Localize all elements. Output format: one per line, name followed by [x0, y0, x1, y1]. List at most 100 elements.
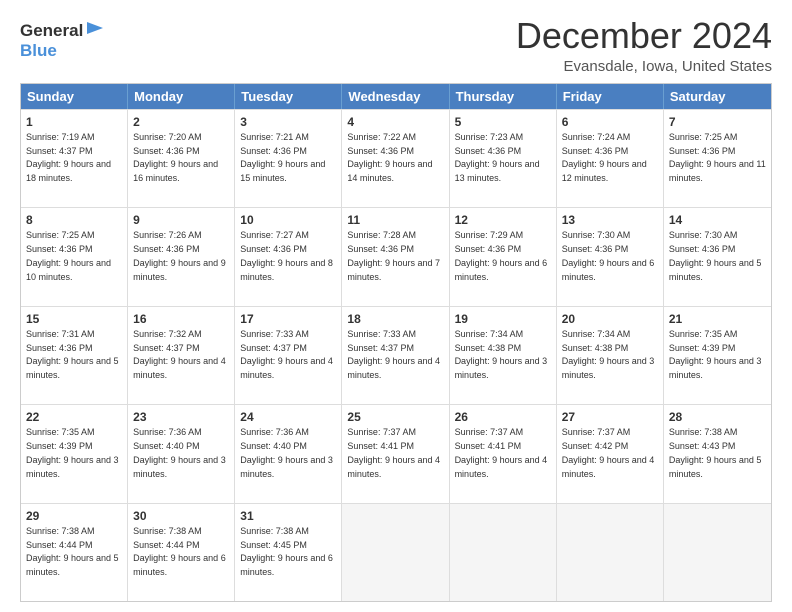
cell-info: Sunrise: 7:37 AMSunset: 4:41 PMDaylight:…: [347, 427, 440, 478]
day-number: 18: [347, 311, 443, 327]
day-number: 14: [669, 212, 766, 228]
cell-info: Sunrise: 7:30 AMSunset: 4:36 PMDaylight:…: [562, 230, 655, 281]
day-number: 11: [347, 212, 443, 228]
cell-info: Sunrise: 7:23 AMSunset: 4:36 PMDaylight:…: [455, 132, 540, 183]
day-number: 10: [240, 212, 336, 228]
cell-info: Sunrise: 7:29 AMSunset: 4:36 PMDaylight:…: [455, 230, 548, 281]
cal-cell: 5 Sunrise: 7:23 AMSunset: 4:36 PMDayligh…: [450, 110, 557, 207]
day-number: 17: [240, 311, 336, 327]
header-cell-wednesday: Wednesday: [342, 84, 449, 109]
day-number: 31: [240, 508, 336, 524]
cell-info: Sunrise: 7:20 AMSunset: 4:36 PMDaylight:…: [133, 132, 218, 183]
logo-icon: [83, 20, 105, 42]
week-row-5: 29 Sunrise: 7:38 AMSunset: 4:44 PMDaylig…: [21, 503, 771, 601]
cal-cell: 18 Sunrise: 7:33 AMSunset: 4:37 PMDaylig…: [342, 307, 449, 404]
page: General Blue December 2024 Evansdale, Io…: [0, 0, 792, 612]
day-number: 29: [26, 508, 122, 524]
cell-info: Sunrise: 7:37 AMSunset: 4:42 PMDaylight:…: [562, 427, 655, 478]
cell-info: Sunrise: 7:38 AMSunset: 4:44 PMDaylight:…: [133, 526, 226, 577]
cal-cell: 19 Sunrise: 7:34 AMSunset: 4:38 PMDaylig…: [450, 307, 557, 404]
calendar-body: 1 Sunrise: 7:19 AMSunset: 4:37 PMDayligh…: [21, 109, 771, 601]
week-row-4: 22 Sunrise: 7:35 AMSunset: 4:39 PMDaylig…: [21, 404, 771, 502]
cal-cell: [557, 504, 664, 601]
day-number: 30: [133, 508, 229, 524]
day-number: 22: [26, 409, 122, 425]
cell-info: Sunrise: 7:34 AMSunset: 4:38 PMDaylight:…: [562, 329, 655, 380]
cal-cell: 24 Sunrise: 7:36 AMSunset: 4:40 PMDaylig…: [235, 405, 342, 502]
cell-info: Sunrise: 7:35 AMSunset: 4:39 PMDaylight:…: [669, 329, 762, 380]
cal-cell: 15 Sunrise: 7:31 AMSunset: 4:36 PMDaylig…: [21, 307, 128, 404]
location: Evansdale, Iowa, United States: [516, 58, 772, 75]
cal-cell: 26 Sunrise: 7:37 AMSunset: 4:41 PMDaylig…: [450, 405, 557, 502]
day-number: 2: [133, 114, 229, 130]
week-row-1: 1 Sunrise: 7:19 AMSunset: 4:37 PMDayligh…: [21, 109, 771, 207]
cal-cell: 12 Sunrise: 7:29 AMSunset: 4:36 PMDaylig…: [450, 208, 557, 305]
title-block: December 2024 Evansdale, Iowa, United St…: [516, 16, 772, 75]
day-number: 26: [455, 409, 551, 425]
logo: General Blue: [20, 20, 105, 61]
day-number: 7: [669, 114, 766, 130]
cal-cell: 2 Sunrise: 7:20 AMSunset: 4:36 PMDayligh…: [128, 110, 235, 207]
header: General Blue December 2024 Evansdale, Io…: [20, 16, 772, 75]
cal-cell: 17 Sunrise: 7:33 AMSunset: 4:37 PMDaylig…: [235, 307, 342, 404]
week-row-2: 8 Sunrise: 7:25 AMSunset: 4:36 PMDayligh…: [21, 207, 771, 305]
day-number: 19: [455, 311, 551, 327]
cell-info: Sunrise: 7:36 AMSunset: 4:40 PMDaylight:…: [133, 427, 226, 478]
cell-info: Sunrise: 7:19 AMSunset: 4:37 PMDaylight:…: [26, 132, 111, 183]
day-number: 6: [562, 114, 658, 130]
cal-cell: 25 Sunrise: 7:37 AMSunset: 4:41 PMDaylig…: [342, 405, 449, 502]
cal-cell: [450, 504, 557, 601]
cal-cell: [664, 504, 771, 601]
cal-cell: 20 Sunrise: 7:34 AMSunset: 4:38 PMDaylig…: [557, 307, 664, 404]
header-cell-thursday: Thursday: [450, 84, 557, 109]
cal-cell: 3 Sunrise: 7:21 AMSunset: 4:36 PMDayligh…: [235, 110, 342, 207]
cal-cell: 28 Sunrise: 7:38 AMSunset: 4:43 PMDaylig…: [664, 405, 771, 502]
cell-info: Sunrise: 7:38 AMSunset: 4:45 PMDaylight:…: [240, 526, 333, 577]
day-number: 20: [562, 311, 658, 327]
cell-info: Sunrise: 7:36 AMSunset: 4:40 PMDaylight:…: [240, 427, 333, 478]
cell-info: Sunrise: 7:30 AMSunset: 4:36 PMDaylight:…: [669, 230, 762, 281]
header-cell-tuesday: Tuesday: [235, 84, 342, 109]
cal-cell: 4 Sunrise: 7:22 AMSunset: 4:36 PMDayligh…: [342, 110, 449, 207]
cal-cell: 1 Sunrise: 7:19 AMSunset: 4:37 PMDayligh…: [21, 110, 128, 207]
cal-cell: 9 Sunrise: 7:26 AMSunset: 4:36 PMDayligh…: [128, 208, 235, 305]
cell-info: Sunrise: 7:37 AMSunset: 4:41 PMDaylight:…: [455, 427, 548, 478]
day-number: 27: [562, 409, 658, 425]
day-number: 28: [669, 409, 766, 425]
cell-info: Sunrise: 7:32 AMSunset: 4:37 PMDaylight:…: [133, 329, 226, 380]
day-number: 21: [669, 311, 766, 327]
cell-info: Sunrise: 7:35 AMSunset: 4:39 PMDaylight:…: [26, 427, 119, 478]
logo-text: General: [20, 22, 83, 41]
cal-cell: 8 Sunrise: 7:25 AMSunset: 4:36 PMDayligh…: [21, 208, 128, 305]
cal-cell: 16 Sunrise: 7:32 AMSunset: 4:37 PMDaylig…: [128, 307, 235, 404]
cell-info: Sunrise: 7:21 AMSunset: 4:36 PMDaylight:…: [240, 132, 325, 183]
cell-info: Sunrise: 7:38 AMSunset: 4:44 PMDaylight:…: [26, 526, 119, 577]
cell-info: Sunrise: 7:25 AMSunset: 4:36 PMDaylight:…: [669, 132, 766, 183]
day-number: 13: [562, 212, 658, 228]
day-number: 4: [347, 114, 443, 130]
cell-info: Sunrise: 7:24 AMSunset: 4:36 PMDaylight:…: [562, 132, 647, 183]
cell-info: Sunrise: 7:34 AMSunset: 4:38 PMDaylight:…: [455, 329, 548, 380]
header-cell-sunday: Sunday: [21, 84, 128, 109]
header-cell-friday: Friday: [557, 84, 664, 109]
cal-cell: 6 Sunrise: 7:24 AMSunset: 4:36 PMDayligh…: [557, 110, 664, 207]
day-number: 12: [455, 212, 551, 228]
day-number: 23: [133, 409, 229, 425]
cell-info: Sunrise: 7:31 AMSunset: 4:36 PMDaylight:…: [26, 329, 119, 380]
cell-info: Sunrise: 7:27 AMSunset: 4:36 PMDaylight:…: [240, 230, 333, 281]
cal-cell: 11 Sunrise: 7:28 AMSunset: 4:36 PMDaylig…: [342, 208, 449, 305]
day-number: 9: [133, 212, 229, 228]
day-number: 24: [240, 409, 336, 425]
cell-info: Sunrise: 7:38 AMSunset: 4:43 PMDaylight:…: [669, 427, 762, 478]
day-number: 3: [240, 114, 336, 130]
logo-line2: Blue: [20, 42, 105, 61]
cal-cell: 23 Sunrise: 7:36 AMSunset: 4:40 PMDaylig…: [128, 405, 235, 502]
calendar-header: SundayMondayTuesdayWednesdayThursdayFrid…: [21, 84, 771, 109]
cell-info: Sunrise: 7:25 AMSunset: 4:36 PMDaylight:…: [26, 230, 111, 281]
day-number: 16: [133, 311, 229, 327]
cal-cell: 13 Sunrise: 7:30 AMSunset: 4:36 PMDaylig…: [557, 208, 664, 305]
cal-cell: 22 Sunrise: 7:35 AMSunset: 4:39 PMDaylig…: [21, 405, 128, 502]
cal-cell: 30 Sunrise: 7:38 AMSunset: 4:44 PMDaylig…: [128, 504, 235, 601]
calendar: SundayMondayTuesdayWednesdayThursdayFrid…: [20, 83, 772, 602]
cal-cell: [342, 504, 449, 601]
